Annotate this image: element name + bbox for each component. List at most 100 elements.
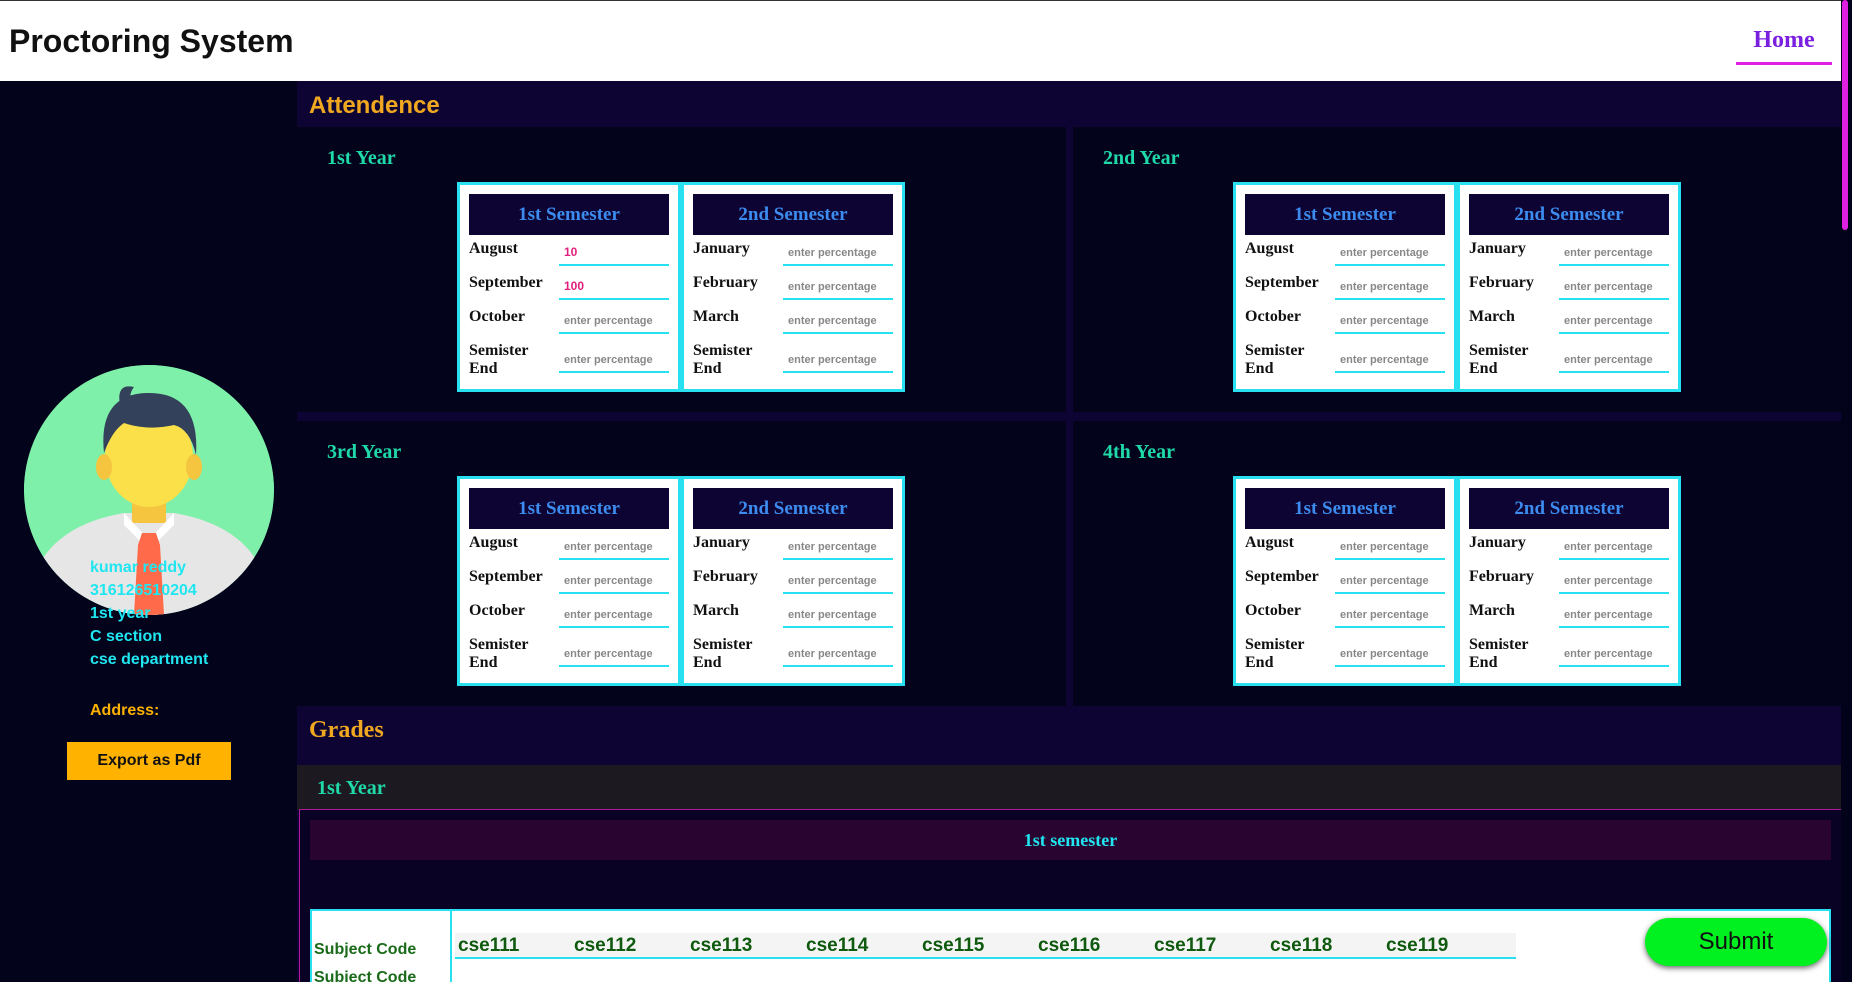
month-label: February — [693, 274, 758, 291]
month-row: March — [1469, 599, 1669, 633]
attendance-percentage-input[interactable] — [783, 308, 893, 334]
month-row: September — [469, 565, 669, 599]
attendance-percentage-input[interactable] — [783, 274, 893, 300]
attendance-percentage-input[interactable] — [1335, 347, 1445, 373]
semester-card-sem1: 1st Semester August September October Semist… — [1233, 182, 1457, 392]
attendance-percentage-input[interactable] — [783, 240, 893, 266]
attendance-percentage-input[interactable] — [559, 568, 669, 594]
attendance-percentage-input[interactable] — [1559, 347, 1669, 373]
semester-cards: 1st Semester August September October Semist… — [1233, 476, 1681, 686]
month-row: September — [469, 271, 669, 305]
subject-code-cell[interactable]: cse119 — [1383, 933, 1516, 959]
month-row: January — [693, 237, 893, 271]
attendance-percentage-input[interactable] — [1559, 641, 1669, 667]
attendance-percentage-input[interactable] — [559, 347, 669, 373]
attendance-percentage-input[interactable] — [559, 308, 669, 334]
month-row: August — [469, 237, 669, 271]
attendance-percentage-input[interactable] — [1335, 641, 1445, 667]
month-row: August — [1245, 237, 1445, 271]
attendance-percentage-input[interactable] — [1335, 308, 1445, 334]
attendance-percentage-input[interactable] — [783, 347, 893, 373]
month-label: February — [1469, 274, 1534, 291]
attendance-percentage-input[interactable] — [559, 641, 669, 667]
semester-title: 2nd Semester — [693, 488, 893, 529]
attendance-percentage-input[interactable] — [1559, 240, 1669, 266]
month-label: March — [693, 308, 739, 325]
semester-card-sem2: 2nd Semester January February March Semister… — [681, 182, 905, 392]
subject-code-cell[interactable]: cse111 — [455, 933, 588, 959]
month-label: October — [469, 602, 525, 619]
user-avatar-icon — [24, 365, 274, 615]
attendance-year-panel: 1st Year 1st Semester August September Octob… — [297, 127, 1066, 412]
attendance-percentage-input[interactable] — [783, 602, 893, 628]
attendance-percentage-input[interactable] — [1335, 534, 1445, 560]
month-label: September — [469, 274, 543, 291]
month-label: Semister End — [1245, 342, 1305, 377]
attendance-percentage-input[interactable] — [1559, 602, 1669, 628]
year-label: 1st Year — [327, 147, 396, 169]
month-label: January — [693, 534, 750, 551]
month-label: Semister End — [1469, 636, 1529, 671]
month-label: October — [1245, 308, 1301, 325]
attendance-percentage-input[interactable] — [1335, 602, 1445, 628]
attendance-percentage-input[interactable] — [1335, 274, 1445, 300]
year-label: 2nd Year — [1103, 147, 1180, 169]
month-row: February — [693, 271, 893, 305]
month-row: January — [1469, 237, 1669, 271]
profile-sidebar: kumar reddy 316126510204 1st year C sect… — [0, 81, 297, 982]
app-title: Proctoring System — [9, 23, 294, 59]
subject-code-cell[interactable]: cse112 — [571, 933, 704, 959]
month-row: October — [469, 305, 669, 339]
month-label: February — [693, 568, 758, 585]
avatar — [24, 365, 274, 615]
attendance-percentage-input[interactable] — [783, 641, 893, 667]
month-row: Semister End — [469, 339, 669, 383]
grades-year-label: 1st Year — [317, 777, 386, 799]
subject-code-cell[interactable]: cse115 — [919, 933, 1052, 959]
subject-code-cell[interactable]: cse117 — [1151, 933, 1284, 959]
student-department: cse department — [90, 651, 209, 668]
semester-card-sem1: 1st Semester August September October Semist… — [457, 182, 681, 392]
attendance-percentage-input[interactable] — [559, 534, 669, 560]
subject-code-cell[interactable]: cse113 — [687, 933, 820, 959]
attendance-percentage-input[interactable] — [559, 602, 669, 628]
year-label: 3rd Year — [327, 441, 402, 463]
semester-card-sem1: 1st Semester August September October Semist… — [1233, 476, 1457, 686]
subject-label-column: Subject Code Subject Code — [312, 911, 452, 982]
attendance-percentage-input[interactable] — [1559, 534, 1669, 560]
attendance-percentage-input[interactable] — [783, 534, 893, 560]
month-row: March — [693, 599, 893, 633]
month-row: September — [1245, 565, 1445, 599]
grades-section-title: Grades — [309, 717, 384, 743]
month-label: February — [1469, 568, 1534, 585]
attendance-percentage-input[interactable] — [1335, 568, 1445, 594]
subject-code-cell[interactable]: cse118 — [1267, 933, 1400, 959]
grades-year-bar: 1st Year — [297, 765, 1842, 810]
month-row: Semister End — [1245, 339, 1445, 383]
subject-table: Subject Code Subject Code cse111 cse112 cs… — [310, 909, 1831, 982]
export-pdf-button[interactable]: Export as Pdf — [67, 742, 231, 780]
subject-code-cell[interactable]: cse116 — [1035, 933, 1168, 959]
month-row: January — [1469, 531, 1669, 565]
grades-semester-panel: 1st semester Subject Code Subject Code c… — [299, 809, 1842, 982]
main-content: Attendence 1st Year 1st Semester August Sep… — [297, 81, 1842, 982]
attendance-percentage-input[interactable] — [1335, 240, 1445, 266]
submit-button[interactable]: Submit — [1645, 918, 1827, 966]
attendance-percentage-input[interactable] — [1559, 274, 1669, 300]
month-label: September — [469, 568, 543, 585]
month-row: October — [469, 599, 669, 633]
home-link[interactable]: Home — [1736, 27, 1832, 65]
month-label: August — [1245, 240, 1294, 257]
month-label: September — [1245, 274, 1319, 291]
month-label: Semister End — [1469, 342, 1529, 377]
month-row: Semister End — [693, 633, 893, 677]
attendance-percentage-input[interactable] — [1559, 568, 1669, 594]
attendance-percentage-input[interactable] — [783, 568, 893, 594]
subject-code-cell[interactable]: cse114 — [803, 933, 936, 959]
attendance-percentage-input[interactable] — [559, 274, 669, 300]
attendance-percentage-input[interactable] — [1559, 308, 1669, 334]
scrollbar-thumb[interactable] — [1842, 0, 1848, 230]
month-label: March — [1469, 308, 1515, 325]
attendance-percentage-input[interactable] — [559, 240, 669, 266]
month-row: Semister End — [693, 339, 893, 383]
